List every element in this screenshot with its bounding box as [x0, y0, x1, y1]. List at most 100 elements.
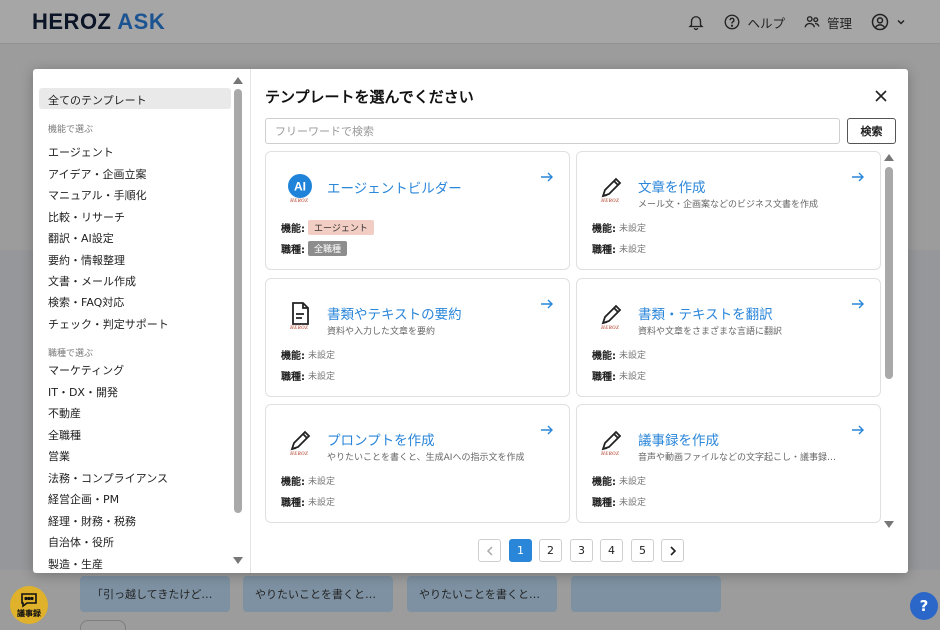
ai-badge-text: AI [294, 180, 306, 194]
template-card-translate[interactable]: HEROZ 書類・テキストを翻訳 資料や文章をさまざまな言語に翻訳 機能: 未設定… [576, 278, 881, 397]
job-label: 職種: [592, 498, 616, 509]
card-title: 書類やテキストの要約 [327, 307, 462, 323]
heroz-badge-text: HEROZ [290, 199, 309, 204]
card-title: 文章を作成 [638, 180, 706, 196]
card-function-row: 機能: 未設定 [281, 347, 335, 362]
function-label: 機能: [592, 477, 616, 488]
card-description: 音声や動画ファイルなどの文字起こし・議事録… [638, 453, 837, 463]
pagination-page-button[interactable]: 4 [600, 539, 623, 562]
job-label: 職種: [281, 372, 305, 383]
job-value: 未設定 [308, 498, 336, 508]
category-sidebar: 全てのテンプレート 機能で選ぶ エージェント アイデア・企画立案 マニュアル・手… [33, 69, 251, 573]
sidebar-scroll-up-arrow[interactable] [233, 77, 243, 84]
grid-scroll-up-arrow[interactable] [884, 154, 894, 161]
job-label: 職種: [281, 245, 305, 256]
sidebar-item-function[interactable]: 文書・メール作成 [48, 273, 136, 289]
sidebar-item-job[interactable]: 営業 [48, 448, 70, 464]
sidebar-item-function[interactable]: 要約・情報整理 [48, 252, 125, 268]
sidebar-item-job[interactable]: IT・DX・開発 [48, 384, 118, 400]
function-label: 機能: [281, 224, 305, 235]
card-title: プロンプトを作成 [327, 433, 435, 449]
sidebar-scrollbar-thumb[interactable] [234, 89, 242, 513]
sidebar-item-function[interactable]: マニュアル・手順化 [48, 187, 147, 203]
sidebar-item-job[interactable]: マーケティング [48, 362, 124, 378]
arrow-right-icon [541, 172, 553, 182]
card-job-row: 職種: 未設定 [592, 494, 646, 509]
sidebar-item-function[interactable]: アイデア・企画立案 [48, 166, 146, 182]
chevron-left-icon [486, 545, 493, 556]
sidebar-item-job[interactable]: 経理・財務・税務 [48, 513, 136, 529]
function-value: 未設定 [619, 351, 647, 361]
pagination-page-button[interactable]: 1 [509, 539, 532, 562]
minutes-fab-button[interactable]: 議事録 [10, 586, 48, 624]
template-content: テンプレートを選んでください 検索 AI HEROZ エージェントビルダー 機能… [252, 69, 908, 573]
sidebar-item-function[interactable]: 比較・リサーチ [48, 209, 125, 225]
arrow-right-icon [852, 299, 864, 309]
grid-scroll-down-arrow[interactable] [884, 521, 894, 528]
job-value: 未設定 [619, 372, 647, 382]
job-value: 未設定 [308, 372, 336, 382]
arrow-right-icon [541, 299, 553, 309]
function-value: 未設定 [308, 477, 336, 487]
heroz-badge-text: HEROZ [290, 326, 309, 331]
card-job-row: 職種: 未設定 [281, 368, 335, 383]
card-title: 書類・テキストを翻訳 [638, 307, 773, 323]
search-button[interactable]: 検索 [847, 118, 896, 144]
ai-badge-icon: AI HEROZ [285, 173, 315, 205]
template-card-minutes[interactable]: HEROZ 議事録を作成 音声や動画ファイルなどの文字起こし・議事録… 機能: 未… [576, 404, 881, 523]
template-card-write-text[interactable]: HEROZ 文章を作成 メール文・企画案などのビジネス文書を作成 機能: 未設定 … [576, 151, 881, 270]
template-card-prompt[interactable]: HEROZ プロンプトを作成 やりたいことを書くと、生成AIへの指示文を作成 機… [265, 404, 570, 523]
card-title: エージェントビルダー [327, 181, 462, 197]
sidebar-item-job[interactable]: 自治体・役所 [48, 534, 114, 550]
pagination-page-button[interactable]: 2 [539, 539, 562, 562]
sidebar-item-all[interactable]: 全てのテンプレート [48, 92, 147, 108]
sidebar-scroll-down-arrow[interactable] [233, 557, 243, 564]
sidebar-item-job[interactable]: 製造・生産 [48, 556, 103, 572]
chevron-right-icon [669, 545, 676, 556]
function-label: 機能: [592, 224, 616, 235]
help-fab-button[interactable]: ? [910, 592, 938, 620]
card-job-row: 職種: 未設定 [592, 368, 646, 383]
sidebar-item-function[interactable]: エージェント [48, 144, 114, 160]
job-value: 未設定 [619, 498, 647, 508]
function-value: 未設定 [619, 477, 647, 487]
pagination-prev-button[interactable] [478, 539, 501, 562]
heroz-badge-text: HEROZ [601, 326, 620, 331]
card-function-row: 機能: 未設定 [281, 473, 335, 488]
sidebar-item-job[interactable]: 全職種 [48, 427, 81, 443]
pencil-icon: HEROZ [596, 173, 626, 205]
sidebar-item-job[interactable]: 不動産 [48, 405, 81, 421]
card-description: メール文・企画案などのビジネス文書を作成 [638, 200, 819, 210]
close-button[interactable] [869, 84, 893, 108]
card-function-row: 機能: 未設定 [592, 220, 646, 235]
document-icon: HEROZ [285, 300, 315, 332]
sidebar-item-job[interactable]: 法務・コンプライアンス [48, 470, 168, 486]
sidebar-item-function[interactable]: チェック・判定サポート [48, 316, 169, 332]
minutes-fab-label: 議事録 [17, 608, 41, 618]
card-description: 資料や文章をさまざまな言語に翻訳 [638, 327, 783, 337]
pencil-icon: HEROZ [596, 426, 626, 458]
job-label: 職種: [592, 372, 616, 383]
sidebar-item-job[interactable]: 経営企画・PM [48, 491, 119, 507]
heroz-badge-text: HEROZ [290, 452, 309, 457]
card-description: やりたいことを書くと、生成AIへの指示文を作成 [327, 453, 525, 463]
pagination-page-button[interactable]: 3 [570, 539, 593, 562]
card-title: 議事録を作成 [638, 433, 719, 449]
template-card-agent-builder[interactable]: AI HEROZ エージェントビルダー 機能: エージェント 職種: 全職種 [265, 151, 570, 270]
sidebar-item-function[interactable]: 翻訳・AI設定 [48, 230, 114, 246]
card-function-row: 機能: エージェント [281, 220, 374, 235]
close-icon [875, 90, 887, 102]
pagination-page-button[interactable]: 5 [631, 539, 654, 562]
heroz-badge-text: HEROZ [601, 199, 620, 204]
pagination-next-button[interactable] [661, 539, 684, 562]
grid-scrollbar-thumb[interactable] [885, 167, 893, 379]
arrow-right-icon [852, 172, 864, 182]
function-label: 機能: [592, 351, 616, 362]
template-card-summarize[interactable]: HEROZ 書類やテキストの要約 資料や入力した文章を要約 機能: 未設定 職種:… [265, 278, 570, 397]
card-job-row: 職種: 未設定 [592, 241, 646, 256]
sidebar-item-function[interactable]: 検索・FAQ対応 [48, 294, 124, 310]
search-input[interactable] [265, 118, 840, 144]
function-tag: エージェント [308, 220, 374, 235]
card-function-row: 機能: 未設定 [592, 347, 646, 362]
chat-bubble-icon [21, 592, 37, 608]
